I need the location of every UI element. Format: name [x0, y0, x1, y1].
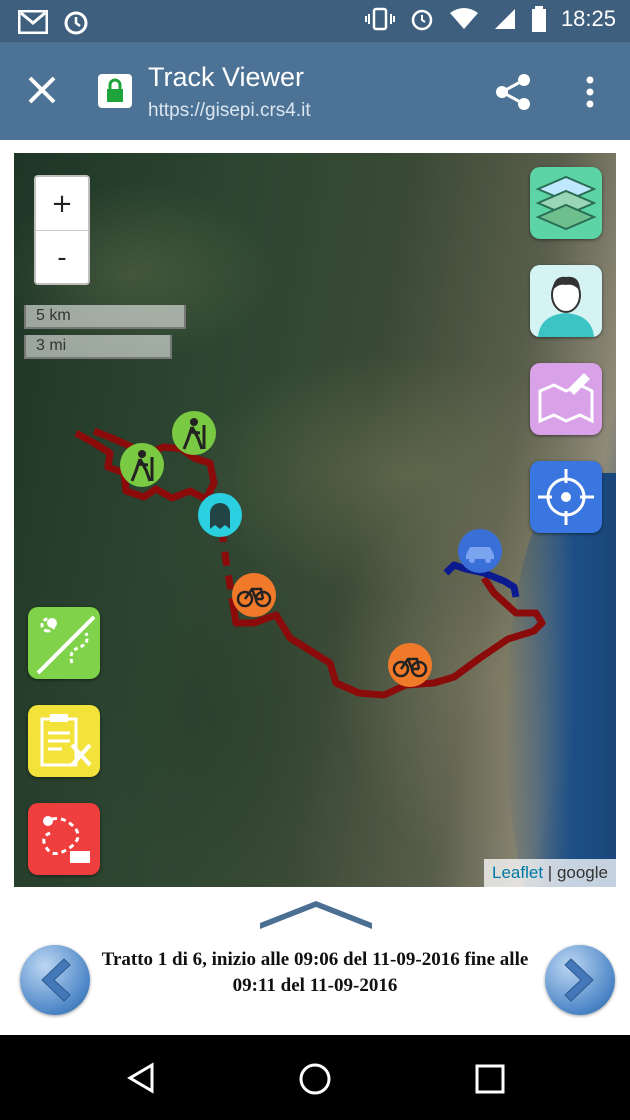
page-title: Track Viewer: [148, 62, 305, 92]
gmail-icon: [18, 10, 48, 34]
signal-icon: [494, 9, 515, 29]
hiking-icon: [130, 450, 154, 482]
cycling-marker[interactable]: [388, 643, 432, 687]
crosshair-icon: [538, 469, 594, 525]
layers-button[interactable]: [530, 167, 602, 239]
app-bar: Track Viewer https://gisepi.crs4.it: [0, 42, 630, 140]
next-segment-button[interactable]: [545, 945, 615, 1015]
car-icon: [466, 547, 494, 563]
share-icon[interactable]: [494, 72, 534, 112]
transfer-marker[interactable]: [198, 493, 242, 537]
route-plan-icon: [42, 816, 90, 863]
map-attribution: Leaflet | google: [484, 859, 616, 887]
map-view[interactable]: + - 5 km 3 mi Leaflet | google: [14, 153, 616, 887]
user-profile-button[interactable]: [530, 265, 602, 337]
avatar-icon: [530, 265, 602, 337]
hiking-marker[interactable]: [120, 443, 164, 487]
zoom-out-button[interactable]: -: [36, 231, 88, 285]
vibrate-icon: [364, 7, 395, 31]
recents-icon[interactable]: [474, 1063, 506, 1095]
scale-km: 5 km: [24, 305, 186, 329]
cycling-route[interactable]: [228, 576, 546, 699]
layers-icon: [535, 175, 597, 231]
chevron-left-icon: [41, 958, 71, 1002]
previous-segment-button[interactable]: [20, 945, 90, 1015]
cycling-marker[interactable]: [232, 573, 276, 617]
secure-lock-icon: [98, 74, 132, 108]
clock-time: 18:25: [560, 6, 616, 31]
plan-route-button[interactable]: [28, 803, 100, 875]
map-edit-icon: [538, 373, 594, 424]
track-route-icon: [36, 615, 96, 675]
wifi-icon: [449, 8, 478, 29]
report-button[interactable]: [28, 705, 100, 777]
scale-mi: 3 mi: [24, 335, 172, 359]
bicycle-icon: [392, 657, 428, 678]
hiking-icon: [182, 418, 206, 450]
ghost-icon: [210, 503, 230, 529]
status-bar: 18:25: [0, 0, 630, 42]
attribution-source: google: [556, 863, 608, 882]
track-layer: [74, 427, 546, 699]
transfer-route[interactable]: [218, 527, 236, 599]
zoom-in-button[interactable]: +: [36, 177, 88, 231]
segment-info: Tratto 1 di 6, inizio alle 09:06 del 11-…: [101, 949, 529, 996]
system-navigation-bar: [0, 1035, 630, 1120]
close-icon[interactable]: [22, 70, 62, 110]
alarm-check-icon: [64, 11, 88, 35]
home-icon[interactable]: [297, 1061, 333, 1097]
chevron-right-icon: [564, 958, 594, 1002]
clipboard-tools-icon: [40, 714, 92, 767]
locate-button[interactable]: [530, 461, 602, 533]
zoom-control: + -: [34, 175, 90, 285]
back-icon[interactable]: [124, 1061, 158, 1095]
page-url: https://gisepi.crs4.it: [148, 100, 311, 121]
alarm-icon: [411, 9, 433, 31]
bicycle-icon: [236, 587, 272, 608]
expand-panel-icon[interactable]: [256, 901, 376, 931]
more-options-icon[interactable]: [578, 72, 602, 112]
hiking-marker[interactable]: [172, 411, 216, 455]
edit-map-button[interactable]: [530, 363, 602, 435]
car-marker[interactable]: [458, 529, 502, 573]
battery-icon: [531, 6, 546, 32]
track-points-button[interactable]: [28, 607, 100, 679]
leaflet-link[interactable]: Leaflet: [492, 863, 543, 882]
attribution-separator: |: [543, 863, 557, 882]
segment-panel: Tratto 1 di 6, inizio alle 09:06 del 11-…: [0, 887, 630, 1035]
